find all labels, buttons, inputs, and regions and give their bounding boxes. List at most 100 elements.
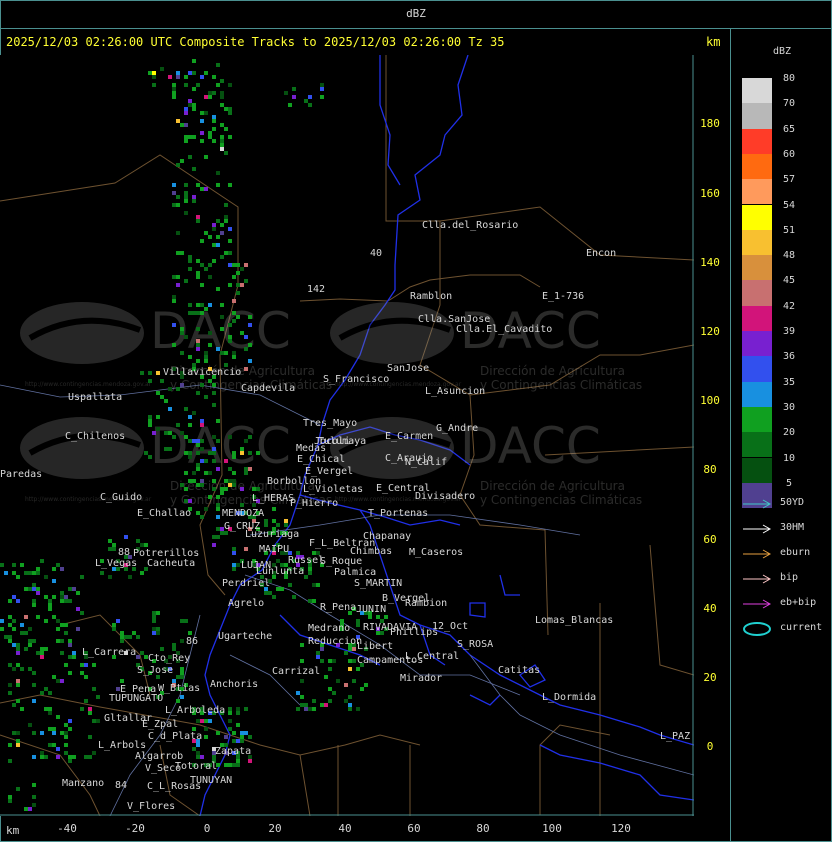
echo-pixel xyxy=(176,387,180,391)
echo-pixel xyxy=(236,263,240,267)
echo-pixel xyxy=(96,719,100,723)
echo-pixel xyxy=(204,459,208,463)
echo-pixel xyxy=(20,623,24,627)
echo-pixel xyxy=(184,191,188,195)
echo-pixel xyxy=(228,323,232,327)
legend-level-label: 39 xyxy=(782,326,796,337)
y-tick-label: 180 xyxy=(700,117,720,130)
echo-pixel xyxy=(16,699,20,703)
echo-pixel xyxy=(232,479,236,483)
legend-track-label: 30HM xyxy=(780,522,805,533)
echo-pixel xyxy=(188,103,192,107)
echo-pixel xyxy=(228,711,232,715)
echo-pixel xyxy=(232,567,236,571)
echo-pixel xyxy=(192,71,196,75)
echo-pixel xyxy=(188,499,192,503)
echo-pixel xyxy=(220,139,224,143)
legend-level-label: 5 xyxy=(785,477,793,489)
place-label: E_Chical xyxy=(297,454,345,465)
echo-pixel xyxy=(188,631,192,635)
echo-pixel xyxy=(200,479,204,483)
place-label: E_Zpal xyxy=(142,719,178,730)
echo-pixel xyxy=(32,603,36,607)
svg-text:Dirección de Agricultura: Dirección de Agricultura xyxy=(480,479,625,493)
echo-pixel xyxy=(300,703,304,707)
echo-pixel xyxy=(192,311,196,315)
legend-swatch xyxy=(742,406,772,433)
echo-pixel xyxy=(200,263,204,267)
echo-pixel xyxy=(176,423,180,427)
echo-pixel xyxy=(228,707,232,711)
echo-pixel xyxy=(292,595,296,599)
place-label: Reduccion xyxy=(308,636,362,647)
echo-pixel xyxy=(160,379,164,383)
echo-pixel xyxy=(204,727,208,731)
legend-level-label: 70 xyxy=(782,98,796,110)
echo-pixel xyxy=(220,255,224,259)
echo-pixel xyxy=(224,127,228,131)
echo-pixel xyxy=(156,371,160,375)
echo-pixel xyxy=(284,91,288,95)
place-label: Lomas_Blancas xyxy=(535,615,613,626)
echo-pixel xyxy=(232,455,236,459)
echo-pixel xyxy=(244,707,248,711)
echo-pixel xyxy=(224,151,228,155)
echo-pixel xyxy=(80,575,84,579)
echo-pixel xyxy=(180,383,184,387)
echo-pixel xyxy=(276,587,280,591)
echo-pixel xyxy=(156,415,160,419)
echo-pixel xyxy=(176,163,180,167)
echo-pixel xyxy=(52,615,56,619)
echo-pixel xyxy=(232,319,236,323)
place-label: Mirador xyxy=(400,673,442,684)
y-tick-label: 140 xyxy=(700,256,720,269)
x-tick-label: 100 xyxy=(542,822,562,835)
echo-pixel xyxy=(224,487,228,491)
echo-pixel xyxy=(308,95,312,99)
legend-level-label: 45 xyxy=(782,275,796,287)
echo-pixel xyxy=(12,703,16,707)
echo-pixel xyxy=(40,691,44,695)
echo-pixel xyxy=(192,439,196,443)
echo-pixel xyxy=(232,275,236,279)
echo-pixel xyxy=(76,607,80,611)
echo-pixel xyxy=(200,111,204,115)
place-label: Manzano xyxy=(62,778,104,789)
echo-pixel xyxy=(196,511,200,515)
echo-pixel xyxy=(200,131,204,135)
echo-pixel xyxy=(180,251,184,255)
x-tick-label: 40 xyxy=(338,822,352,835)
echo-pixel xyxy=(28,587,32,591)
echo-pixel xyxy=(232,763,236,767)
echo-pixel xyxy=(60,623,64,627)
echo-pixel xyxy=(320,83,324,87)
echo-pixel xyxy=(192,107,196,111)
echo-pixel xyxy=(212,459,216,463)
legend-level-label: 57 xyxy=(782,174,796,186)
track-arrow-icon xyxy=(743,574,772,584)
echo-pixel xyxy=(228,227,232,231)
echo-pixel xyxy=(292,87,296,91)
legend-swatch xyxy=(742,381,772,407)
echo-pixel xyxy=(108,575,112,579)
echo-pixel xyxy=(8,635,12,639)
echo-pixel xyxy=(28,643,32,647)
echo-pixel xyxy=(284,523,288,527)
echo-pixel xyxy=(344,651,348,655)
echo-pixel xyxy=(212,139,216,143)
echo-pixel xyxy=(64,623,68,627)
legend-swatch xyxy=(742,356,772,382)
echo-pixel xyxy=(44,755,48,759)
echo-pixel xyxy=(192,479,196,483)
echo-pixel xyxy=(200,139,204,143)
place-label: Encon xyxy=(586,248,616,259)
echo-pixel xyxy=(184,279,188,283)
echo-pixel xyxy=(208,303,212,307)
place-label: 12_Oct xyxy=(432,621,468,632)
echo-pixel xyxy=(8,599,12,603)
echo-pixel xyxy=(228,339,232,343)
radar-map[interactable]: DACCDirección de Agriculturay Contingenc… xyxy=(0,55,694,816)
echo-pixel xyxy=(32,587,36,591)
header-line: 2025/12/03 02:26:00 UTC Composite Tracks… xyxy=(6,35,505,49)
echo-pixel xyxy=(188,135,192,139)
